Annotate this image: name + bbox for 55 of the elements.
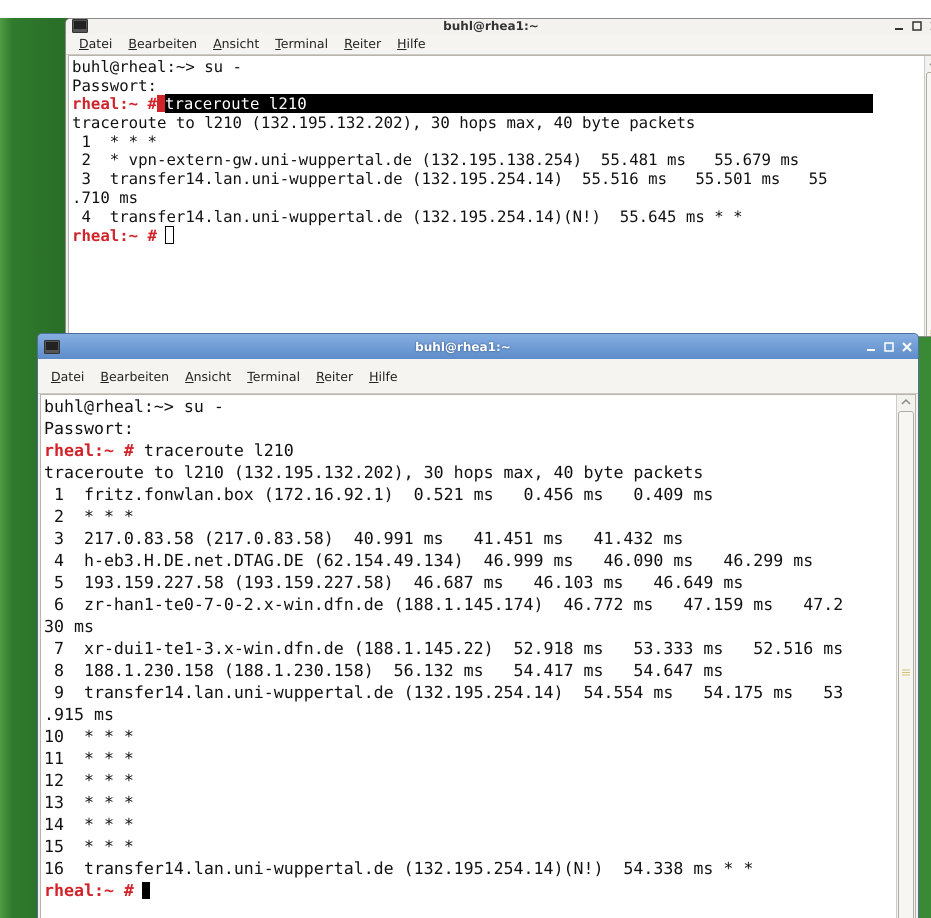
cursor-marker: [157, 95, 166, 112]
terminal-line: 3 217.0.83.58 (217.0.83.58) 40.991 ms 41.451 ms 41.432 ms: [52, 529, 684, 548]
terminal-line: buhl@rheal:~> su -: [72, 57, 242, 76]
terminal-line: 30 ms: [44, 617, 94, 636]
terminal-line: 4 transfer14.lan.uni-wuppertal.de (132.195.254.14)(N!) 55.645 ms * *: [80, 206, 743, 226]
command-text: traceroute l210: [165, 94, 874, 114]
terminal-line: 3 transfer14.lan.uni-wuppertal.de (132.195.254.14) 55.516 ms 55.501 ms 55: [80, 169, 828, 188]
close-icon[interactable]: [902, 342, 912, 352]
window-title: buhl@rhea1:~: [414, 340, 512, 354]
menu-item[interactable]: Hilfe: [390, 33, 433, 54]
grip-icon: [902, 668, 910, 676]
terminal-line: 1 fritz.fonwlan.box (172.16.92.1) 0.521 ms 0.456 ms 0.409 ms: [52, 485, 714, 504]
terminal-line: 8 188.1.230.158 (188.1.230.158) 56.132 ms 54.417 ms 54.647 ms: [52, 661, 724, 680]
menu-item[interactable]: Ansicht: [178, 366, 238, 386]
menu-item[interactable]: Terminal: [240, 366, 308, 386]
terminal-line: .915 ms: [44, 705, 114, 724]
terminal-line: 12 * * *: [44, 771, 134, 790]
terminal-line: 10 * * *: [44, 727, 134, 746]
maximize-icon[interactable]: [912, 21, 922, 31]
menu-item[interactable]: Datei: [44, 366, 92, 386]
terminal-line: 2 * * *: [52, 507, 134, 526]
menu-item[interactable]: Terminal: [268, 33, 336, 54]
prompt-text: rheal:~ #: [44, 441, 134, 460]
prompt-text: rheal:~ #: [72, 94, 158, 114]
terminal-line: 14 * * *: [44, 815, 134, 834]
terminal-line: 4 h-eb3.H.DE.net.DTAG.DE (62.154.49.134) 46.999 ms 46.090 ms 46.299 ms: [52, 551, 814, 570]
menu-item[interactable]: Reiter: [337, 33, 388, 54]
terminal-line: Passwort:: [72, 76, 158, 95]
terminal-line: traceroute to l210 (132.195.132.202), 30 hops max, 40 byte packets: [72, 113, 696, 132]
terminal-line: 15 * * *: [44, 837, 134, 856]
terminal-line: 11 * * *: [44, 749, 134, 768]
prompt-text: rheal:~ #: [72, 226, 158, 246]
terminal-line: .710 ms: [72, 188, 138, 207]
menu-item[interactable]: Datei: [72, 33, 120, 54]
terminal-line: Passwort:: [44, 419, 134, 438]
terminal-icon: [72, 19, 88, 33]
menu-item[interactable]: Hilfe: [362, 366, 405, 386]
command-text: traceroute l210: [142, 441, 294, 460]
terminal-line: 16 transfer14.lan.uni-wuppertal.de (132.195.254.14)(N!) 54.338 ms * *: [44, 859, 754, 878]
terminal-line: 9 transfer14.lan.uni-wuppertal.de (132.195.254.14) 54.554 ms 54.175 ms 53: [52, 683, 844, 702]
terminal-line: buhl@rheal:~> su -: [44, 397, 224, 416]
terminal-line: traceroute to l210 (132.195.132.202), 30 hops max, 40 byte packets: [44, 463, 704, 482]
prompt-text: rheal:~ #: [44, 881, 134, 900]
terminal-line: 5 193.159.227.58 (193.159.227.58) 46.687 ms 46.103 ms 46.649 ms: [52, 573, 744, 592]
terminal-line: 13 * * *: [44, 793, 134, 812]
menu-item[interactable]: Bearbeiten: [121, 33, 204, 54]
menu-item[interactable]: Ansicht: [206, 33, 266, 54]
menu-item[interactable]: Reiter: [309, 366, 360, 386]
menu-item[interactable]: Bearbeiten: [93, 366, 176, 386]
terminal-line: 7 xr-dui1-te1-3.x-win.dfn.de (188.1.145.22) 52.918 ms 53.333 ms 52.516 ms: [52, 639, 844, 658]
window-title: buhl@rhea1:~: [442, 19, 540, 33]
terminal-icon: [44, 340, 60, 354]
terminal-line: 2 * vpn-extern-gw.uni-wuppertal.de (132.195.138.254) 55.481 ms 55.679 ms: [80, 150, 800, 170]
terminal-line: 1 * * *: [80, 132, 158, 151]
terminal-line: 6 zr-han1-te0-7-0-2.x-win.dfn.de (188.1.145.174) 46.772 ms 47.159 ms 47.2: [52, 595, 844, 614]
